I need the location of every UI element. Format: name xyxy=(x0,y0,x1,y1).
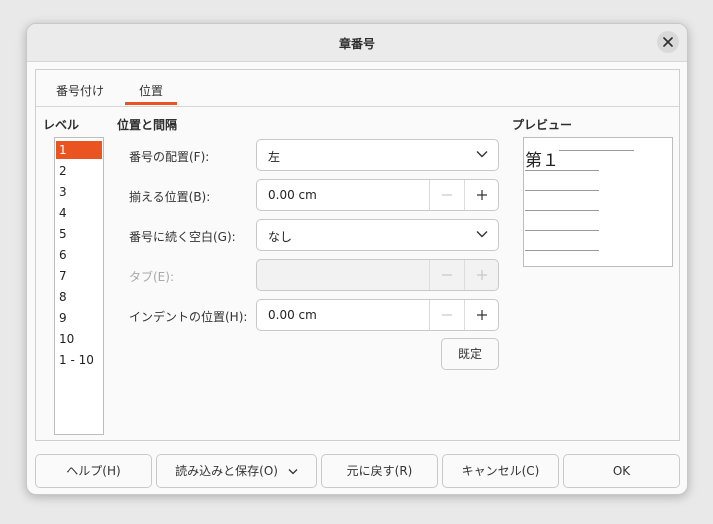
aligned-at-decrement-button[interactable] xyxy=(429,180,464,210)
load-save-label: 読み込みと保存(O) xyxy=(175,464,278,478)
level-item-4[interactable]: 4 xyxy=(56,204,102,222)
chapter-numbering-dialog: 章番号 番号付け 位置 レベル 1 2 3 4 5 6 7 8 9 10 1 -… xyxy=(26,23,688,495)
load-save-button[interactable]: 読み込みと保存(O) xyxy=(156,454,317,488)
dialog-title: 章番号 xyxy=(338,37,375,51)
plus-icon xyxy=(477,270,487,280)
alignment-label: 番号の配置(F): xyxy=(129,150,210,164)
level-item-3[interactable]: 3 xyxy=(56,183,102,201)
tab-numbering[interactable]: 番号付け xyxy=(56,82,104,99)
chevron-down-icon xyxy=(288,469,298,475)
tab-panel: 番号付け 位置 レベル 1 2 3 4 5 6 7 8 9 10 1 - 10 … xyxy=(35,69,680,441)
plus-icon xyxy=(477,190,487,200)
chevron-down-icon xyxy=(476,231,488,238)
followed-by-select[interactable]: なし xyxy=(256,219,499,251)
indent-at-spinner[interactable]: 0.00 cm xyxy=(256,299,499,331)
tab-stop-spinner[interactable] xyxy=(256,259,499,291)
position-heading: 位置と間隔 xyxy=(117,118,178,132)
level-item-6[interactable]: 6 xyxy=(56,246,102,264)
preview-heading: プレビュー xyxy=(512,118,573,132)
followed-by-label: 番号に続く空白(G): xyxy=(129,230,236,244)
chevron-down-icon xyxy=(476,151,488,158)
level-list[interactable]: 1 2 3 4 5 6 7 8 9 10 1 - 10 xyxy=(54,137,104,435)
indent-at-label: インデントの位置(H): xyxy=(129,310,248,324)
tab-stop-label: タブ(E): xyxy=(129,270,174,284)
aligned-at-spinner[interactable]: 0.00 cm xyxy=(256,179,499,211)
level-item-7[interactable]: 7 xyxy=(56,267,102,285)
followed-by-value: なし xyxy=(268,230,293,244)
minus-icon xyxy=(442,194,452,196)
aligned-at-label: 揃える位置(B): xyxy=(129,190,211,204)
preview-line xyxy=(525,250,599,251)
alignment-select[interactable]: 左 xyxy=(256,139,499,171)
tab-stop-increment-button[interactable] xyxy=(464,260,499,290)
preview-line xyxy=(559,150,634,151)
level-heading: レベル xyxy=(43,118,80,132)
level-item-2[interactable]: 2 xyxy=(56,162,102,180)
close-button[interactable] xyxy=(657,31,679,53)
close-icon xyxy=(663,37,673,47)
cancel-button[interactable]: キャンセル(C) xyxy=(442,454,559,488)
reset-button[interactable]: 元に戻す(R) xyxy=(321,454,438,488)
aligned-at-increment-button[interactable] xyxy=(464,180,499,210)
level-item-9[interactable]: 9 xyxy=(56,309,102,327)
help-button[interactable]: ヘルプ(H) xyxy=(35,454,152,488)
level-item-5[interactable]: 5 xyxy=(56,225,102,243)
title-bar: 章番号 xyxy=(27,24,687,62)
indent-at-value: 0.00 cm xyxy=(268,308,317,322)
tab-bar: 番号付け 位置 xyxy=(36,70,679,107)
level-item-8[interactable]: 8 xyxy=(56,288,102,306)
level-item-all[interactable]: 1 - 10 xyxy=(56,351,102,369)
preview-number: 第１ xyxy=(525,151,559,171)
preview-box: 第１ xyxy=(523,137,673,267)
minus-icon xyxy=(442,314,452,316)
aligned-at-value: 0.00 cm xyxy=(268,188,317,202)
preview-line xyxy=(525,230,599,231)
indent-at-decrement-button[interactable] xyxy=(429,300,464,330)
level-item-10[interactable]: 10 xyxy=(56,330,102,348)
minus-icon xyxy=(442,274,452,276)
default-button[interactable]: 既定 xyxy=(441,338,499,370)
tab-stop-decrement-button[interactable] xyxy=(429,260,464,290)
plus-icon xyxy=(477,310,487,320)
level-item-1[interactable]: 1 xyxy=(56,141,102,159)
preview-line xyxy=(525,170,599,171)
tab-position[interactable]: 位置 xyxy=(124,82,178,105)
preview-line xyxy=(525,210,599,211)
alignment-value: 左 xyxy=(268,150,281,164)
ok-button[interactable]: OK xyxy=(563,454,680,488)
preview-line xyxy=(525,190,599,191)
indent-at-increment-button[interactable] xyxy=(464,300,499,330)
